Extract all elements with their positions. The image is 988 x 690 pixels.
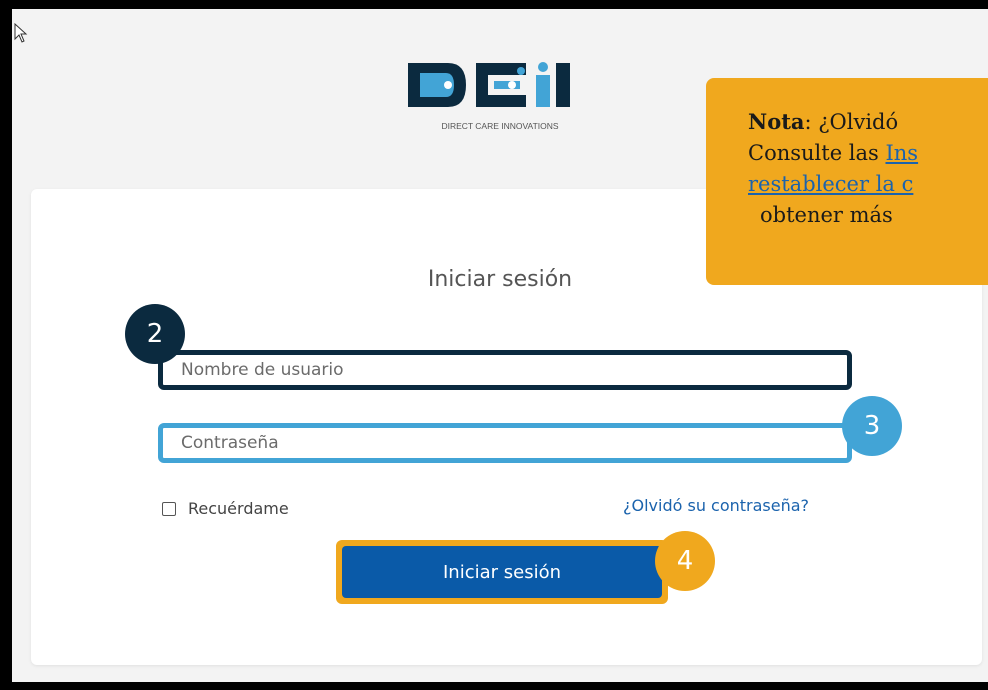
note-instructions-link[interactable]: Ins (885, 141, 918, 165)
note-line-4-text: obtener más (760, 203, 893, 227)
note-line-3: restablecer la c (748, 169, 988, 200)
password-field-wrapper (158, 423, 852, 463)
note-reset-link[interactable]: restablecer la c (748, 172, 913, 196)
step-4-badge: 4 (655, 531, 715, 591)
note-line-1-rest: : ¿Olvidó (804, 110, 899, 134)
username-input[interactable] (163, 355, 847, 385)
step-3-badge: 3 (842, 396, 902, 456)
password-input[interactable] (163, 428, 847, 458)
screen: DIRECT CARE INNOVATIONS Iniciar sesión R… (12, 9, 988, 682)
remember-label: Recuérdame (188, 499, 289, 518)
forgot-password-link[interactable]: ¿Olvidó su contraseña? (623, 496, 809, 515)
username-field-wrapper (158, 350, 852, 390)
note-label: Nota (748, 109, 805, 134)
step-2-badge: 2 (125, 304, 185, 364)
note-line-2: Consulte las Ins (748, 138, 988, 169)
note-callout: Nota: ¿Olvidó Consulte las Ins restablec… (706, 78, 988, 285)
note-line-2-prefix: Consulte las (748, 141, 886, 165)
remember-me[interactable]: Recuérdame (162, 499, 289, 518)
login-button[interactable]: Iniciar sesión (342, 546, 662, 598)
logo-tagline: DIRECT CARE INNOVATIONS (441, 121, 558, 131)
note-line-1: Nota: ¿Olvidó (748, 106, 988, 138)
note-line-4: obtener más (748, 200, 988, 231)
mouse-cursor-icon (14, 23, 28, 43)
dci-logo: DIRECT CARE INNOVATIONS (396, 59, 604, 143)
remember-checkbox[interactable] (162, 501, 176, 516)
